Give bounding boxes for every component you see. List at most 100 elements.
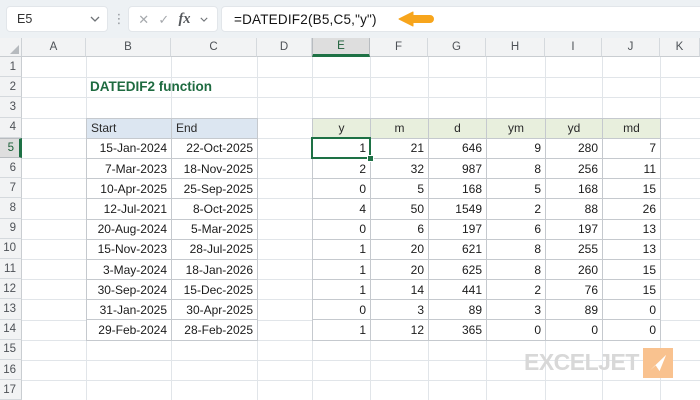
- results-table-cell[interactable]: 987: [429, 158, 487, 180]
- row-header-14[interactable]: 14: [0, 319, 22, 340]
- results-table-cell[interactable]: 365: [429, 320, 487, 341]
- dates-table-cell[interactable]: 30-Sep-2024: [87, 280, 172, 301]
- results-table-cell[interactable]: 197: [429, 219, 487, 240]
- results-table-cell[interactable]: 9: [487, 138, 546, 159]
- results-table-cell[interactable]: 0: [546, 320, 603, 341]
- dates-table-header-cell[interactable]: Start: [87, 118, 172, 139]
- chevron-down-icon[interactable]: [90, 16, 100, 22]
- select-all-corner[interactable]: [0, 38, 22, 57]
- results-table-cell[interactable]: 13: [603, 219, 661, 240]
- results-table-cell[interactable]: 5: [371, 179, 429, 200]
- results-table-cell[interactable]: 6: [371, 219, 429, 240]
- results-table-cell[interactable]: 13: [603, 239, 661, 260]
- dates-table-cell[interactable]: 18-Jan-2026: [172, 259, 258, 281]
- results-table-cell[interactable]: 15: [603, 179, 661, 200]
- dates-table-cell[interactable]: 3-May-2024: [87, 259, 172, 281]
- results-table-cell[interactable]: 8: [487, 158, 546, 180]
- results-table-cell[interactable]: 255: [546, 239, 603, 260]
- dates-table-cell[interactable]: 31-Jan-2025: [87, 300, 172, 321]
- column-header-F[interactable]: F: [370, 38, 428, 57]
- column-header-G[interactable]: G: [428, 38, 486, 57]
- row-header-5[interactable]: 5: [0, 137, 22, 158]
- row-header-4[interactable]: 4: [0, 117, 22, 138]
- results-table-cell[interactable]: 168: [429, 179, 487, 200]
- dates-table-cell[interactable]: 15-Dec-2025: [172, 280, 258, 301]
- row-header-8[interactable]: 8: [0, 198, 22, 219]
- results-table-cell[interactable]: 7: [603, 138, 661, 159]
- dates-table-cell[interactable]: 8-Oct-2025: [172, 199, 258, 220]
- insert-function-icon[interactable]: fx: [178, 12, 190, 27]
- results-table-cell[interactable]: 76: [546, 280, 603, 301]
- row-header-9[interactable]: 9: [0, 218, 22, 239]
- column-header-E[interactable]: E: [312, 38, 370, 57]
- row-header-1[interactable]: 1: [0, 57, 22, 78]
- row-header-3[interactable]: 3: [0, 97, 22, 118]
- cancel-icon[interactable]: ✕: [138, 13, 149, 26]
- dates-table-cell[interactable]: 28-Feb-2025: [172, 320, 258, 341]
- results-table-cell[interactable]: 1: [313, 320, 371, 341]
- results-table-cell[interactable]: 4: [313, 199, 371, 220]
- chevron-down-icon[interactable]: [200, 17, 208, 22]
- column-header-J[interactable]: J: [602, 38, 660, 57]
- row-header-16[interactable]: 16: [0, 360, 22, 381]
- column-header-K[interactable]: K: [660, 38, 700, 57]
- results-table-cell[interactable]: 0: [313, 179, 371, 200]
- column-header-H[interactable]: H: [486, 38, 545, 57]
- results-table-cell[interactable]: 0: [313, 300, 371, 321]
- results-table-cell[interactable]: 26: [603, 199, 661, 220]
- results-table-cell[interactable]: 89: [546, 300, 603, 321]
- results-table-cell[interactable]: 5: [487, 179, 546, 200]
- results-table-cell[interactable]: 3: [371, 300, 429, 321]
- dates-table-cell[interactable]: 15-Nov-2023: [87, 239, 172, 260]
- results-table-cell[interactable]: 646: [429, 138, 487, 159]
- name-box[interactable]: E5: [6, 6, 108, 32]
- results-table-cell[interactable]: 50: [371, 199, 429, 220]
- results-table-cell[interactable]: 441: [429, 280, 487, 301]
- results-table-cell[interactable]: 15: [603, 280, 661, 301]
- dates-table-cell[interactable]: 15-Jan-2024: [87, 138, 172, 159]
- results-table-cell[interactable]: 621: [429, 239, 487, 260]
- column-header-A[interactable]: A: [22, 38, 86, 57]
- results-table-cell[interactable]: 6: [487, 219, 546, 240]
- dates-table-cell[interactable]: 10-Apr-2025: [87, 179, 172, 200]
- results-table-cell[interactable]: 1: [313, 259, 371, 281]
- results-table-cell[interactable]: 197: [546, 219, 603, 240]
- results-table-header-cell[interactable]: ym: [487, 118, 546, 139]
- column-header-C[interactable]: C: [171, 38, 257, 57]
- results-table-header-cell[interactable]: md: [603, 118, 661, 139]
- dates-table-header-cell[interactable]: End: [172, 118, 258, 139]
- results-table-cell[interactable]: 625: [429, 259, 487, 281]
- results-table-cell[interactable]: 8: [487, 239, 546, 260]
- results-table-header-cell[interactable]: m: [371, 118, 429, 139]
- row-header-15[interactable]: 15: [0, 339, 22, 360]
- row-header-6[interactable]: 6: [0, 158, 22, 179]
- fill-handle[interactable]: [367, 155, 374, 162]
- results-table-cell[interactable]: 1: [313, 138, 371, 159]
- dates-table-cell[interactable]: 25-Sep-2025: [172, 179, 258, 200]
- row-header-12[interactable]: 12: [0, 279, 22, 300]
- results-table-cell[interactable]: 20: [371, 259, 429, 281]
- results-table-cell[interactable]: 0: [487, 320, 546, 341]
- results-table-cell[interactable]: 89: [429, 300, 487, 321]
- dates-table-cell[interactable]: 18-Nov-2025: [172, 158, 258, 180]
- results-table-cell[interactable]: 260: [546, 259, 603, 281]
- results-table-cell[interactable]: 11: [603, 158, 661, 180]
- results-table-cell[interactable]: 3: [487, 300, 546, 321]
- dates-table-cell[interactable]: 7-Mar-2023: [87, 158, 172, 180]
- results-table-cell[interactable]: 1549: [429, 199, 487, 220]
- column-header-I[interactable]: I: [545, 38, 602, 57]
- results-table-cell[interactable]: 12: [371, 320, 429, 341]
- column-header-B[interactable]: B: [86, 38, 171, 57]
- row-header-7[interactable]: 7: [0, 178, 22, 199]
- results-table-cell[interactable]: 256: [546, 158, 603, 180]
- row-header-13[interactable]: 13: [0, 299, 22, 320]
- enter-icon[interactable]: ✓: [158, 13, 169, 26]
- dates-table-cell[interactable]: 5-Mar-2025: [172, 219, 258, 240]
- results-table-cell[interactable]: 2: [487, 199, 546, 220]
- dates-table-cell[interactable]: 29-Feb-2024: [87, 320, 172, 341]
- row-header-2[interactable]: 2: [0, 77, 22, 98]
- dates-table-cell[interactable]: 12-Jul-2021: [87, 199, 172, 220]
- row-header-10[interactable]: 10: [0, 238, 22, 259]
- results-table-cell[interactable]: 32: [371, 158, 429, 180]
- results-table-cell[interactable]: 1: [313, 239, 371, 260]
